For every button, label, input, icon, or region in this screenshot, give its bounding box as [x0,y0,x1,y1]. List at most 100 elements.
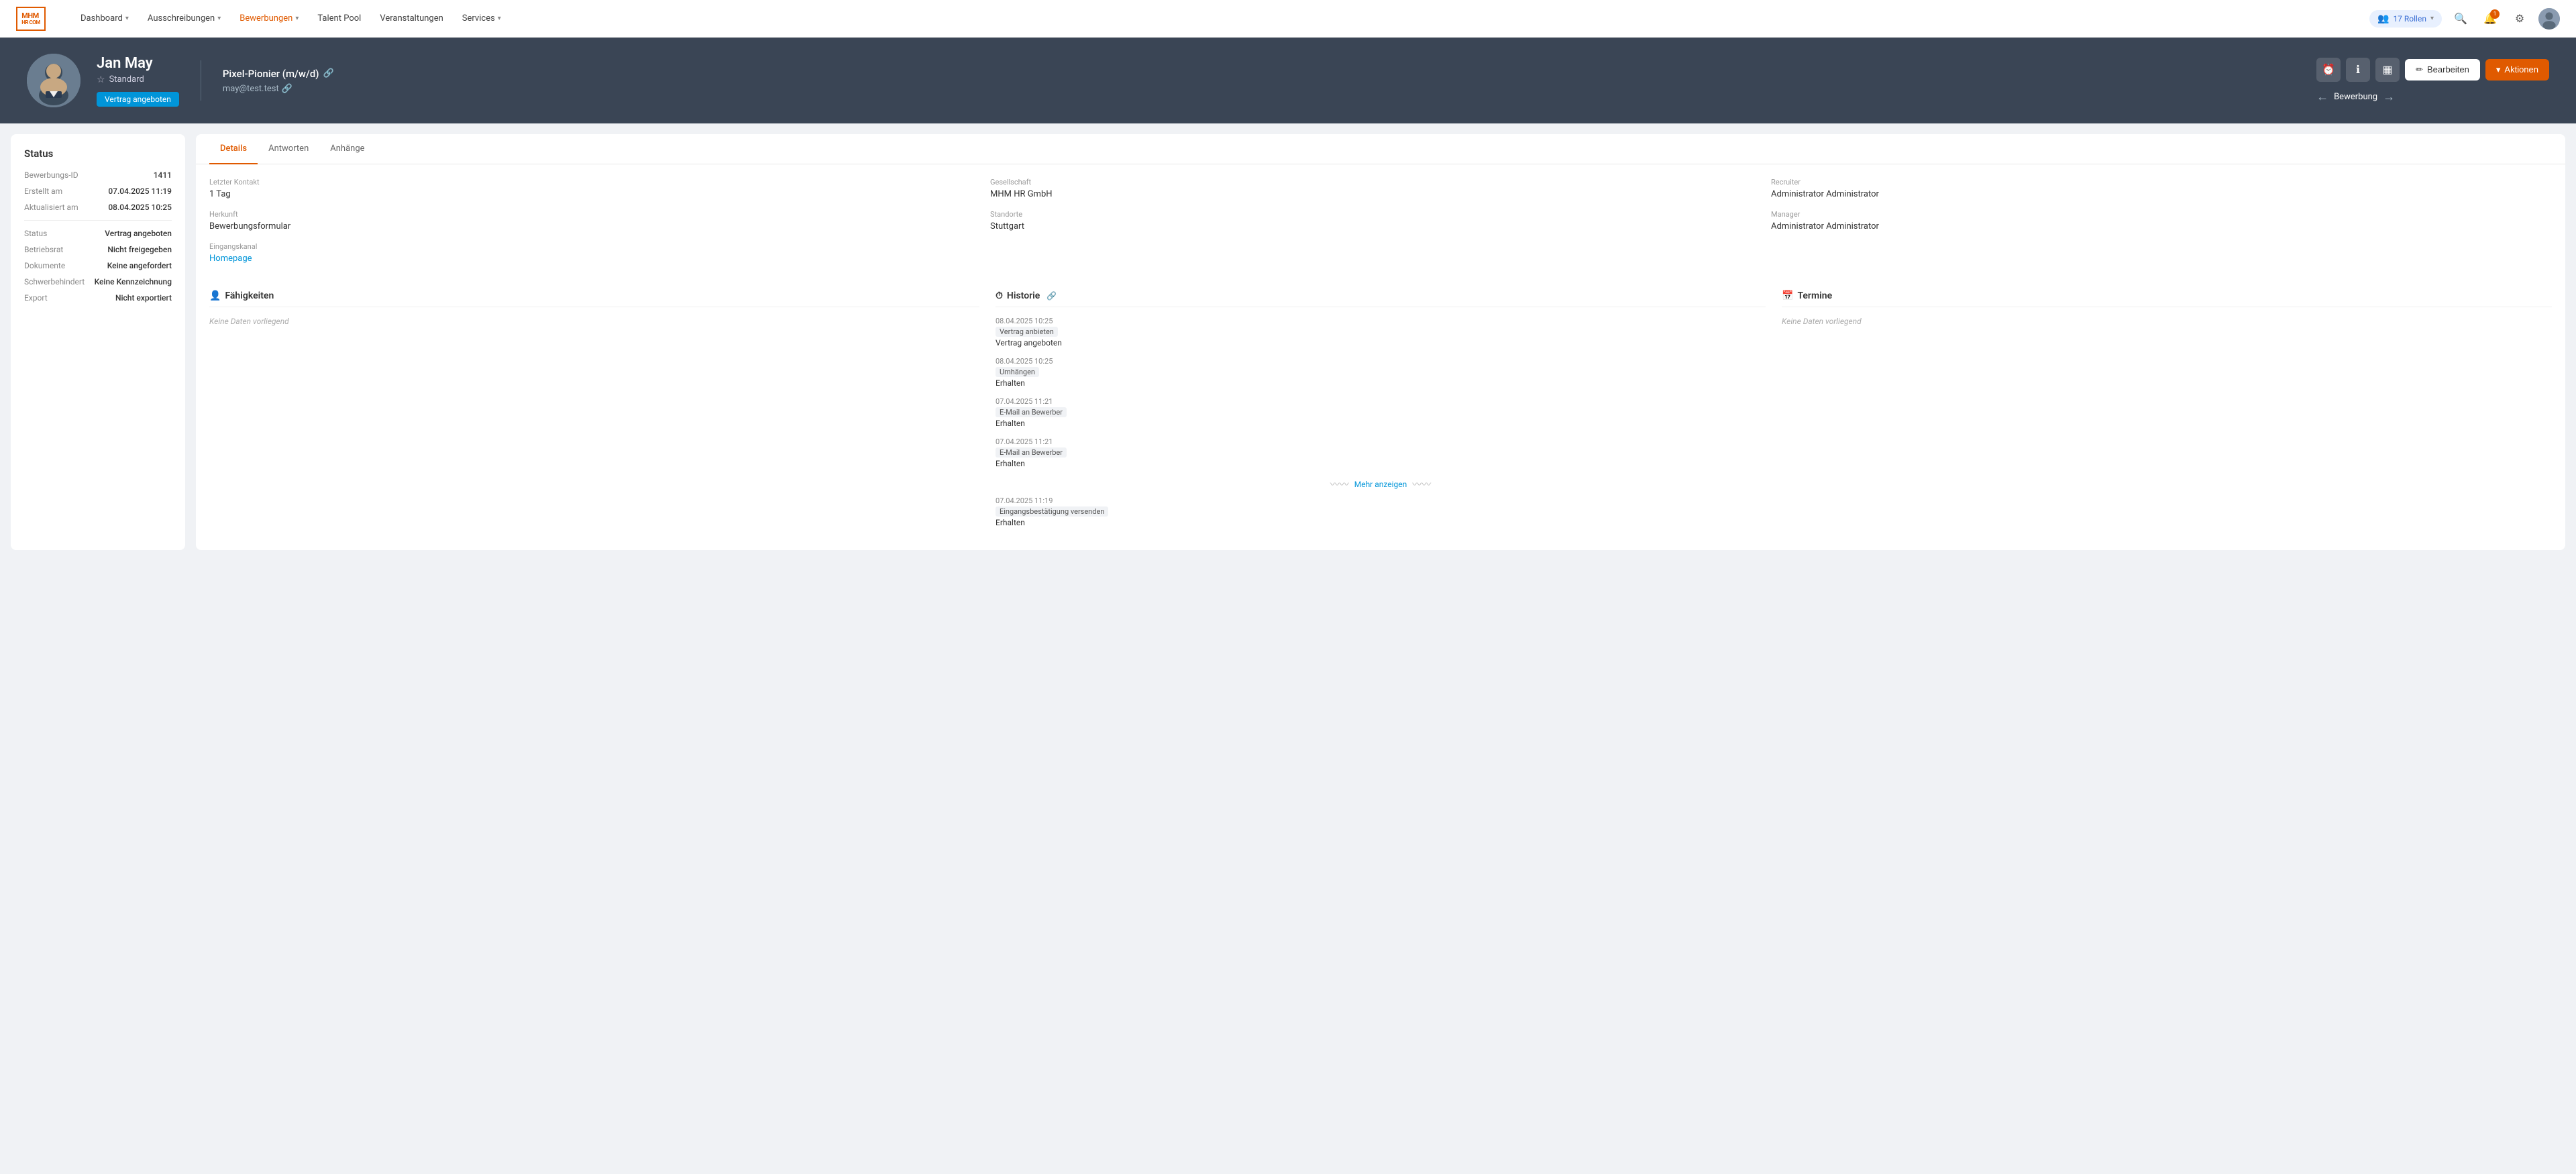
user-avatar[interactable] [2538,8,2560,30]
logo-line2: HR COM [21,20,40,25]
skills-icon: 👤 [209,290,221,301]
history-date-2: 07.04.2025 11:21 [996,397,1766,406]
wave-right: 〰〰 [1412,478,1431,491]
info-icon: ℹ [2356,63,2360,76]
notification-badge: 1 [2490,9,2500,19]
tab-antworten[interactable]: Antworten [258,134,319,164]
tab-anhaenge[interactable]: Anhänge [319,134,375,164]
history-status-3: Erhalten [996,459,1766,468]
history-date-1: 08.04.2025 10:25 [996,357,1766,366]
tab-details[interactable]: Details [209,134,258,164]
status-value-betriebsrat: Nicht freigegeben [107,245,172,254]
link-icon[interactable]: 🔗 [282,84,292,94]
link-icon[interactable]: 🔗 [1046,291,1057,301]
status-label-created: Erstellt am [24,186,62,196]
link-icon[interactable]: 🔗 [323,68,334,78]
pencil-icon: ✏ [2416,64,2423,75]
history-status-1: Erhalten [996,378,1766,388]
prev-arrow[interactable]: ← [2316,90,2328,104]
history-status-extra: Erhalten [996,518,1766,527]
main-nav: Dashboard ▾ Ausschreibungen ▾ Bewerbunge… [72,8,2369,29]
nav-label: Bewerbung [2334,92,2377,102]
star-icon: ☆ [97,74,105,85]
alarm-button[interactable]: ⏰ [2316,58,2341,82]
status-label-updated: Aktualisiert am [24,203,78,212]
applicant-avatar-img [27,54,80,107]
tab-antworten-label: Antworten [268,144,309,154]
value-eingangskanal[interactable]: Homepage [209,254,974,264]
history-action-extra: Eingangsbestätigung versenden [996,506,1108,517]
nav-dashboard[interactable]: Dashboard ▾ [72,8,137,29]
termine-empty: Keine Daten vorliegend [1782,317,2552,326]
detail-grid: Letzter Kontakt 1 Tag Herkunft Bewerbung… [209,178,2552,274]
status-title: Status [24,148,172,160]
history-date-extra: 07.04.2025 11:19 [996,496,1766,505]
calendar-icon: 📅 [1782,290,1793,301]
gear-icon: ⚙ [2515,12,2524,25]
status-value-export: Nicht exportiert [115,293,172,303]
status-row-betriebsrat: Betriebsrat Nicht freigegeben [24,245,172,254]
hero-actions-top: ⏰ ℹ ▦ ✏ Bearbeiten ▾ Aktionen [2316,58,2549,82]
nav-veranstaltungen[interactable]: Veranstaltungen [372,8,451,29]
hero-left: Jan May ☆ Standard Vertrag angeboten Pix… [27,54,334,107]
field-eingangskanal: Eingangskanal Homepage [209,242,974,264]
value-gesellschaft: MHM HR GmbH [990,189,1755,199]
grid-button[interactable]: ▦ [2375,58,2400,82]
status-badge[interactable]: Vertrag angeboten [97,92,179,107]
detail-panel: Details Antworten Anhänge Letzter Kontak… [196,134,2565,550]
next-arrow[interactable]: → [2383,90,2395,104]
search-button[interactable]: 🔍 [2450,8,2471,30]
grid-icon: ▦ [2383,63,2393,76]
roles-label: 17 Rollen [2393,14,2426,23]
status-label-id: Bewerbungs-ID [24,170,78,180]
history-status-0: Vertrag angeboten [996,338,1766,348]
applicant-name: Jan May [97,55,179,72]
section-termine-label: Termine [1797,290,1832,301]
mehr-anzeigen-button[interactable]: 〰〰 Mehr anzeigen 〰〰 [996,478,1766,491]
section-faehigkeiten-title: 👤 Fähigkeiten [209,290,979,307]
main-content: Status Bewerbungs-ID 1411 Erstellt am 07… [0,123,2576,561]
actions-button[interactable]: ▾ Aktionen [2485,59,2549,81]
edit-label: Bearbeiten [2427,64,2469,74]
logo[interactable]: MHM HR COM [16,7,46,31]
settings-button[interactable]: ⚙ [2509,8,2530,30]
field-recruiter: Recruiter Administrator Administrator [1771,178,2536,199]
status-value-schwerbehindert: Keine Kennzeichnung [95,277,172,286]
avatar-img [2538,8,2560,30]
clock-icon: ⏱ [996,290,1003,301]
section-termine: 📅 Termine Keine Daten vorliegend [1782,290,2552,537]
edit-button[interactable]: ✏ Bearbeiten [2405,59,2480,81]
history-action-3: E-Mail an Bewerber [996,447,1067,458]
history-entry-2: 07.04.2025 11:21 E-Mail an Bewerber Erha… [996,397,1766,428]
label-eingangskanal: Eingangskanal [209,242,974,251]
nav-veranstaltungen-label: Veranstaltungen [380,13,443,23]
nav-services[interactable]: Services ▾ [454,8,509,29]
status-row-export: Export Nicht exportiert [24,293,172,303]
nav-talent-pool[interactable]: Talent Pool [309,8,369,29]
value-letzter-kontakt: 1 Tag [209,189,974,199]
status-label-export: Export [24,293,48,303]
info-button[interactable]: ℹ [2346,58,2370,82]
nav-bewerbungen-label: Bewerbungen [239,13,292,23]
search-icon: 🔍 [2454,12,2467,25]
hero-right: ⏰ ℹ ▦ ✏ Bearbeiten ▾ Aktionen ← [2316,58,2549,104]
label-manager: Manager [1771,210,2536,219]
roles-button[interactable]: 👥 17 Rollen ▾ [2369,10,2442,28]
detail-col-2: Gesellschaft MHM HR GmbH Standorte Stutt… [990,178,1771,274]
history-action-0: Vertrag anbieten [996,327,1058,337]
hero-controls: ⏰ ℹ ▦ ✏ Bearbeiten ▾ Aktionen ← [2316,58,2549,104]
nav-ausschreibungen[interactable]: Ausschreibungen ▾ [140,8,229,29]
nav-bewerbungen[interactable]: Bewerbungen ▾ [231,8,307,29]
navbar-actions: 👥 17 Rollen ▾ 🔍 🔔 1 ⚙ [2369,8,2560,30]
label-herkunft: Herkunft [209,210,974,219]
status-divider [24,220,172,221]
tab-details-label: Details [220,144,247,154]
hero-info: Jan May ☆ Standard Vertrag angeboten [97,55,179,107]
section-historie: ⏱ Historie 🔗 08.04.2025 10:25 Vertrag an… [996,290,1766,537]
nav-ausschreibungen-label: Ausschreibungen [148,13,215,23]
status-label-schwerbehindert: Schwerbehindert [24,277,85,286]
notifications-button[interactable]: 🔔 1 [2479,8,2501,30]
history-action-1: Umhängen [996,367,1039,377]
label-standorte: Standorte [990,210,1755,219]
field-gesellschaft: Gesellschaft MHM HR GmbH [990,178,1755,199]
